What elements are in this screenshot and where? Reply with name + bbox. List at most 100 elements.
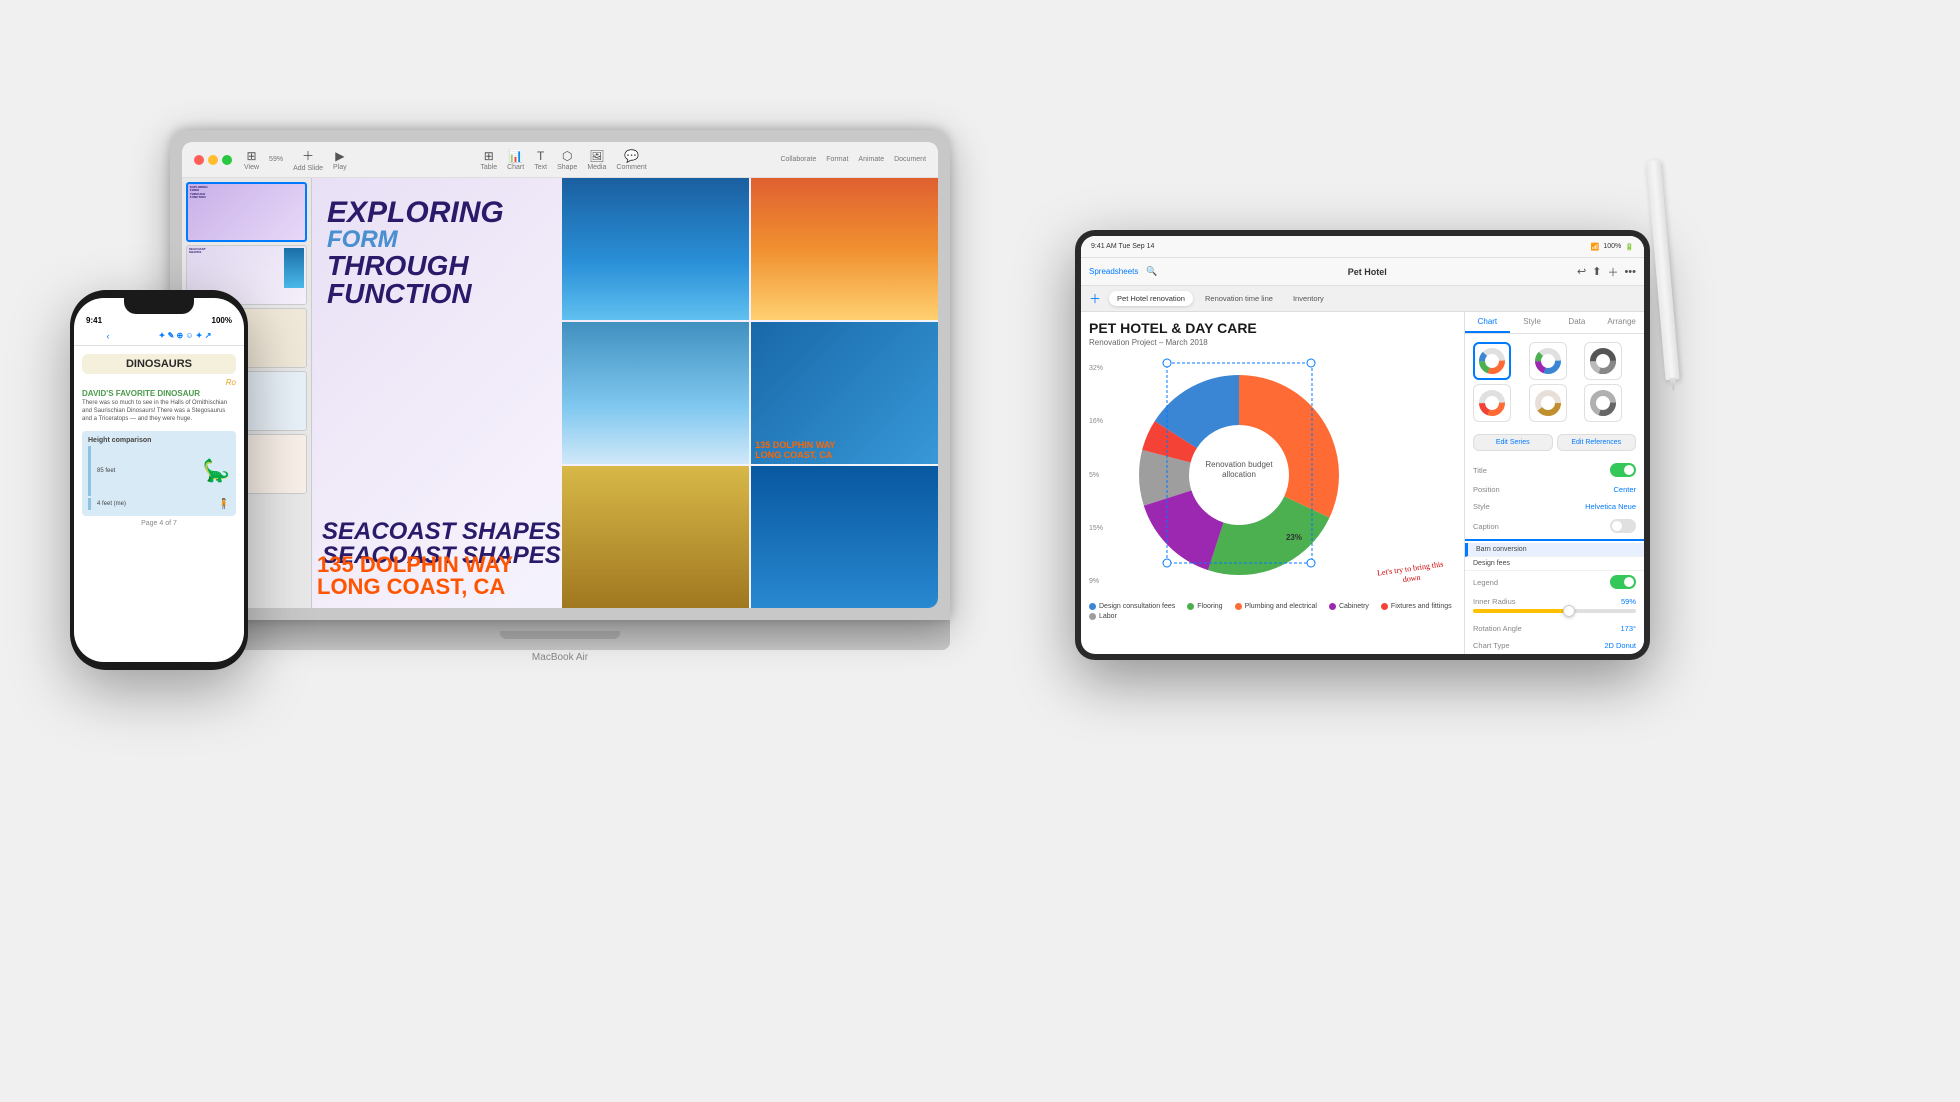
donut-23pct-label: 23% — [1286, 533, 1302, 542]
inner-radius-value: 59% — [1621, 597, 1636, 606]
ipad-doc-title: Pet Hotel — [1166, 267, 1569, 277]
play-tool[interactable]: ▶ Play — [333, 149, 347, 171]
tab-renovation-timeline[interactable]: Renovation time line — [1197, 291, 1281, 306]
handle-br[interactable] — [1307, 559, 1315, 567]
sidebar-tab-style[interactable]: Style — [1510, 312, 1555, 333]
ipad-format-sidebar: Chart Style Data Arrange — [1464, 312, 1644, 654]
table-tool[interactable]: ⊞ Table — [480, 149, 497, 171]
dino-height-bar — [88, 446, 91, 496]
comment-icon: 💬 — [624, 149, 639, 163]
legend-label-labor: Labor — [1099, 613, 1117, 620]
photo-surf: 135 DOLPHIN WAYLONG COAST, CA — [751, 322, 938, 464]
style-row: Style Helvetica Neue — [1465, 498, 1644, 515]
person-silhouette: 🧍 — [218, 499, 230, 510]
chart-style-2[interactable] — [1529, 342, 1567, 380]
iphone-notch — [124, 298, 194, 314]
macbook-device: ⊞ View 59% ＋ Add Slide ▶ — [170, 130, 950, 670]
title-toggle[interactable] — [1610, 463, 1636, 477]
position-label: Position — [1473, 485, 1500, 494]
handle-bl[interactable] — [1163, 559, 1171, 567]
ipad-spreadsheets-link[interactable]: Spreadsheets — [1089, 267, 1138, 276]
chart-style-1[interactable] — [1473, 342, 1511, 380]
legend-label-cabinetry: Cabinetry — [1339, 603, 1369, 610]
iphone-diagram: Height comparison 85 feet 🦕 4 feet (me) … — [82, 431, 236, 516]
photo-coast — [562, 466, 749, 608]
macbook-model-label: MacBook Air — [170, 652, 950, 663]
donut-center-text-1: Renovation budget — [1205, 460, 1273, 469]
apple-pencil — [1646, 160, 1679, 380]
chart-type-value[interactable]: 2D Donut — [1604, 641, 1636, 650]
sidebar-tab-chart[interactable]: Chart — [1465, 312, 1510, 333]
edit-series-button[interactable]: Edit Series — [1473, 434, 1553, 451]
text-tool[interactable]: T Text — [534, 149, 547, 171]
chart-style-5[interactable] — [1529, 384, 1567, 422]
legend-row: Legend — [1465, 571, 1644, 593]
list-item-barn[interactable]: Barn conversion — [1465, 543, 1644, 557]
list-item-design[interactable]: Design fees — [1465, 557, 1644, 571]
macbook-bezel: ⊞ View 59% ＋ Add Slide ▶ — [182, 142, 938, 608]
caption-toggle[interactable] — [1610, 519, 1636, 533]
chart-style-3[interactable] — [1584, 342, 1622, 380]
donut-svg: Renovation budget allocation 23% — [1089, 355, 1369, 595]
position-value[interactable]: Center — [1613, 485, 1636, 494]
keynote-title-exploring: EXPLORING — [327, 198, 504, 228]
zoom-tool[interactable]: 59% — [269, 156, 283, 163]
tab-pet-hotel-renovation[interactable]: Pet Hotel renovation — [1109, 291, 1193, 306]
keynote-background: EXPLORING FORM THROUGH FUNCTION — [312, 178, 938, 608]
dino-height-row: 85 feet 🦕 — [88, 446, 230, 496]
close-button[interactable] — [194, 155, 204, 165]
window-controls — [194, 155, 232, 165]
chart-type-row: Chart Type 2D Donut — [1465, 637, 1644, 654]
media-tool[interactable]: 🖼 Media — [587, 149, 606, 171]
maximize-button[interactable] — [222, 155, 232, 165]
chart-style-4[interactable] — [1473, 384, 1511, 422]
iphone-back-icon[interactable]: ‹ — [107, 331, 110, 341]
legend-dot-cabinetry — [1329, 603, 1336, 610]
rotation-value[interactable]: 173° — [1620, 624, 1636, 633]
iphone-status-bar: 9:41 100% — [74, 314, 244, 327]
style-value[interactable]: Helvetica Neue — [1585, 502, 1636, 511]
view-tool[interactable]: ⊞ View — [244, 149, 259, 171]
ipad-toolbar-right: ↩ ⬆ ＋ ••• — [1577, 264, 1636, 280]
collaborate-tool[interactable]: Collaborate — [780, 156, 816, 163]
ipad-search-icon[interactable]: 🔍 — [1146, 266, 1157, 277]
photo-sunset — [751, 178, 938, 320]
animate-tool[interactable]: Animate — [858, 156, 884, 163]
format-tool[interactable]: Format — [826, 156, 848, 163]
slide-thumb-1[interactable]: EXPLORINGFORMTHROUGHFUNCTION — [186, 182, 307, 242]
legend-dot-design — [1089, 603, 1096, 610]
iphone-doc-title: DINOSAURS — [82, 354, 236, 374]
inner-radius-slider[interactable] — [1473, 609, 1636, 613]
ipad-share-icon[interactable]: ⬆ — [1592, 265, 1601, 278]
handle-tl[interactable] — [1163, 359, 1171, 367]
macbook-lid: ⊞ View 59% ＋ Add Slide ▶ — [170, 130, 950, 620]
sidebar-tab-bar: Chart Style Data Arrange — [1465, 312, 1644, 334]
add-slide-tool[interactable]: ＋ Add Slide — [293, 147, 323, 172]
document-tool[interactable]: Document — [894, 156, 926, 163]
chart-tool[interactable]: 📊 Chart — [507, 149, 524, 171]
legend-toggle[interactable] — [1610, 575, 1636, 589]
keynote-main-title: EXPLORING FORM THROUGH FUNCTION — [312, 178, 519, 328]
legend-label-fixtures: Fixtures and fittings — [1391, 603, 1452, 610]
ipad-sheet-tabs: ＋ Pet Hotel renovation Renovation time l… — [1081, 286, 1644, 312]
legend-dot-plumbing — [1235, 603, 1242, 610]
handle-tr[interactable] — [1307, 359, 1315, 367]
iphone-content-area: DINOSAURS Ro DAVID'S FAVORITE DINOSAUR T… — [74, 346, 244, 535]
sidebar-tab-arrange[interactable]: Arrange — [1599, 312, 1644, 333]
comment-tool[interactable]: 💬 Comment — [616, 149, 646, 171]
tab-inventory[interactable]: Inventory — [1285, 291, 1332, 306]
keynote-address-overlay: 135 DOLPHIN WAY LONG COAST, CA — [317, 554, 513, 598]
photo-wave — [751, 466, 938, 608]
iphone-app-toolbar: ‹ ✦ ✎ ⊕ ☺ ✦ ↗ — [74, 327, 244, 346]
ipad-undo-icon[interactable]: ↩ — [1577, 265, 1586, 278]
sidebar-tab-data[interactable]: Data — [1555, 312, 1600, 333]
minimize-button[interactable] — [208, 155, 218, 165]
add-sheet-button[interactable]: ＋ — [1089, 290, 1101, 307]
slider-thumb[interactable] — [1563, 605, 1575, 617]
edit-references-button[interactable]: Edit References — [1557, 434, 1637, 451]
ipad-more-icon[interactable]: ••• — [1624, 266, 1636, 278]
chart-style-6[interactable] — [1584, 384, 1622, 422]
height-comparison-label: Height comparison — [88, 437, 230, 444]
shape-tool[interactable]: ⬡ Shape — [557, 149, 577, 171]
ipad-add-icon[interactable]: ＋ — [1607, 264, 1618, 280]
